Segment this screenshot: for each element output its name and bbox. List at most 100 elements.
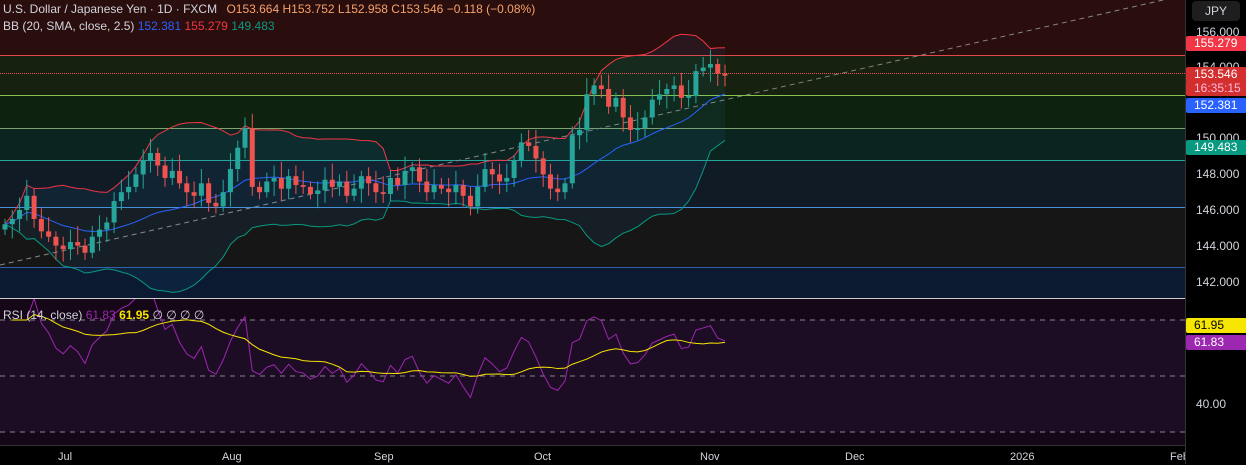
candle-body <box>460 185 466 196</box>
candle-body <box>344 181 350 196</box>
price-chart <box>0 0 1166 293</box>
x-tick: Oct <box>534 451 552 463</box>
rsi-label-tag: 61.83 <box>1186 335 1246 350</box>
y-tick: 148.000 <box>1196 167 1240 181</box>
na-value: ∅ <box>180 308 191 322</box>
rsi-label: RSI (14, close) <box>3 308 83 322</box>
candle-body <box>678 85 684 98</box>
bb-legend[interactable]: BB (20, SMA, close, 2.5) 152.381 155.279… <box>3 19 275 33</box>
candle-body <box>191 192 197 196</box>
candle-body <box>409 167 415 171</box>
candle-body <box>133 174 139 187</box>
x-tick: Jul <box>58 451 73 463</box>
ohlc-low: L152.958 <box>337 2 388 16</box>
candle-body <box>293 176 299 186</box>
candle-body <box>664 88 670 95</box>
candle-body <box>613 97 619 107</box>
candle-body <box>67 242 73 250</box>
candle-body <box>126 186 132 193</box>
na-value: ∅ <box>193 308 205 322</box>
x-tick: Nov <box>700 451 720 463</box>
candle-body <box>504 177 510 182</box>
candle-body <box>431 185 437 193</box>
rsi-legend[interactable]: RSI (14, close) 61.83 61.95 ∅ ∅ ∅ ∅ <box>3 308 204 322</box>
candle-body <box>467 195 473 207</box>
bb-fill <box>5 34 725 293</box>
bar-countdown-label: 16:35:15 <box>1186 81 1246 96</box>
candle-body <box>235 147 241 170</box>
candle-body <box>38 218 44 232</box>
candle-body <box>118 192 124 202</box>
candle-body <box>387 177 393 194</box>
candle-body <box>147 153 153 161</box>
candle-body <box>482 169 488 187</box>
candle-body <box>53 236 59 246</box>
price-pane[interactable]: U.S. Dollar / Japanese Yen · 1D · FXCM O… <box>0 0 1185 298</box>
candle-body <box>380 192 386 194</box>
ohlc-high: H153.752 <box>282 2 335 16</box>
candle-body <box>351 188 357 196</box>
bb-basis-value: 152.381 <box>137 19 182 33</box>
y-tick: 144.000 <box>1196 239 1240 253</box>
candle-body <box>17 210 23 219</box>
rsi-tick: 40.00 <box>1196 397 1227 411</box>
candle-body <box>60 245 66 250</box>
candle-body <box>511 160 517 178</box>
candle-body <box>198 183 204 196</box>
rsi-ma-label: 61.95 <box>1186 318 1246 333</box>
x-tick: 2026 <box>1010 451 1035 463</box>
candle-body <box>533 145 539 159</box>
bb-upper-value: 155.279 <box>184 19 228 33</box>
candle-body <box>24 195 30 210</box>
time-axis[interactable]: Jul Aug Sep Oct Nov Dec 2026 Feb <box>0 445 1189 465</box>
candle-body <box>657 94 663 100</box>
candle-body <box>584 94 590 130</box>
candle-body <box>249 128 255 187</box>
rsi-value: 61.83 <box>85 308 116 322</box>
candle-body <box>555 188 561 193</box>
candle-body <box>169 170 175 178</box>
ohlc-change: −0.118 (−0.08%) <box>446 2 536 16</box>
candle-body <box>569 135 575 184</box>
candle-body <box>700 67 706 72</box>
candle-body <box>715 64 721 74</box>
candle-body <box>497 174 503 182</box>
candle-body <box>31 195 37 219</box>
candle-body <box>598 85 604 89</box>
y-tick: 142.000 <box>1196 275 1240 289</box>
rsi-ma-value: 61.95 <box>119 308 150 322</box>
ohlc-open: O153.664 <box>226 2 280 16</box>
candle-body <box>526 142 532 146</box>
candle-body <box>722 73 728 76</box>
candle-body <box>2 224 8 230</box>
candle-body <box>518 142 524 161</box>
candle-body <box>264 181 270 193</box>
candle-body <box>366 176 372 184</box>
candle-body <box>46 231 52 237</box>
candle-body <box>315 190 321 194</box>
candle-body <box>278 177 284 189</box>
candle-body <box>271 177 277 182</box>
bb-basis-label: 152.381 <box>1186 98 1246 113</box>
bb-lower-label: 149.483 <box>1186 140 1246 155</box>
bb-lower-value: 149.483 <box>231 19 275 33</box>
rsi-pane[interactable]: RSI (14, close) 61.83 61.95 ∅ ∅ ∅ ∅ <box>0 299 1185 445</box>
na-value: ∅ <box>152 308 163 322</box>
candle-body <box>97 229 103 237</box>
x-tick: Aug <box>222 451 242 463</box>
candle-body <box>438 185 444 189</box>
last-price-label: 153.546 <box>1186 67 1246 82</box>
candle-body <box>82 245 88 253</box>
candle-body <box>177 170 183 184</box>
currency-button[interactable]: JPY <box>1192 1 1240 21</box>
candle-body <box>649 99 655 118</box>
candle-body <box>446 188 452 193</box>
candle-body <box>184 183 190 193</box>
candle-body <box>547 174 553 189</box>
candle-body <box>577 129 583 136</box>
candle-body <box>322 179 328 191</box>
bb-label: BB (20, SMA, close, 2.5) <box>3 19 135 33</box>
candle-body <box>642 117 648 129</box>
price-axis[interactable]: JPY 156.000 154.000 150.000 148.000 146.… <box>1185 0 1246 464</box>
x-tick: Dec <box>845 451 865 463</box>
